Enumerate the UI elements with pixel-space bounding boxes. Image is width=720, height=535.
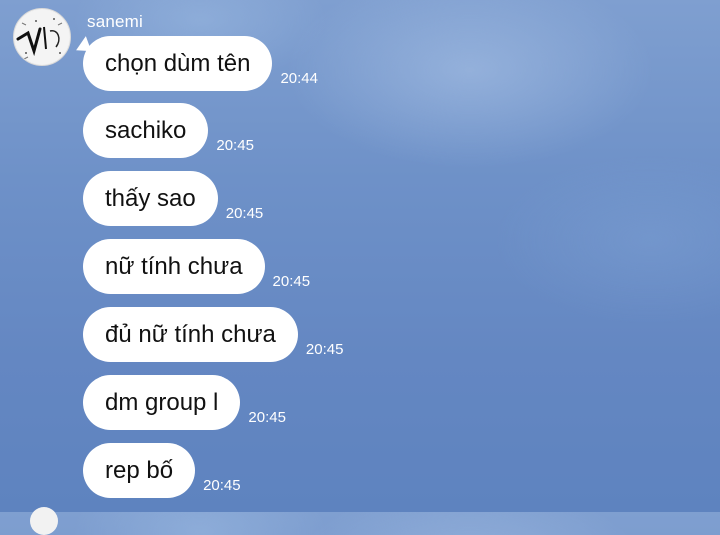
message-row: đủ nữ tính chưa 20:45 xyxy=(83,307,343,362)
sender-name: sanemi xyxy=(87,12,144,31)
message-bubble[interactable]: đủ nữ tính chưa xyxy=(83,307,298,362)
message-bubble[interactable]: thấy sao xyxy=(83,171,218,226)
message-bubble[interactable]: sachiko xyxy=(83,103,209,158)
message-bubble[interactable]: chọn dùm tên xyxy=(83,36,273,91)
message-row: chọn dùm tên 20:44 xyxy=(83,36,318,91)
sender-avatar[interactable] xyxy=(13,8,71,66)
message-time: 20:45 xyxy=(272,273,311,290)
message-row: rep bố 20:45 xyxy=(83,443,241,498)
message-time: 20:44 xyxy=(280,70,318,87)
message-row: dm group l 20:45 xyxy=(83,375,286,430)
message-bubble[interactable]: nữ tính chưa xyxy=(83,239,265,294)
message-bubble[interactable]: rep bố xyxy=(83,443,196,498)
message-row: sachiko 20:45 xyxy=(83,103,254,158)
message-time: 20:45 xyxy=(203,477,241,494)
message-time: 20:45 xyxy=(248,409,286,426)
message-row: thấy sao 20:45 xyxy=(83,171,263,226)
message-time: 20:45 xyxy=(305,341,344,358)
message-time: 20:45 xyxy=(216,137,254,154)
avatar-sketch-icon xyxy=(15,10,69,64)
next-sender-avatar[interactable] xyxy=(30,507,58,535)
message-row: nữ tính chưa 20:45 xyxy=(83,239,310,294)
message-time: 20:45 xyxy=(225,205,264,222)
message-bubble[interactable]: dm group l xyxy=(83,375,241,430)
